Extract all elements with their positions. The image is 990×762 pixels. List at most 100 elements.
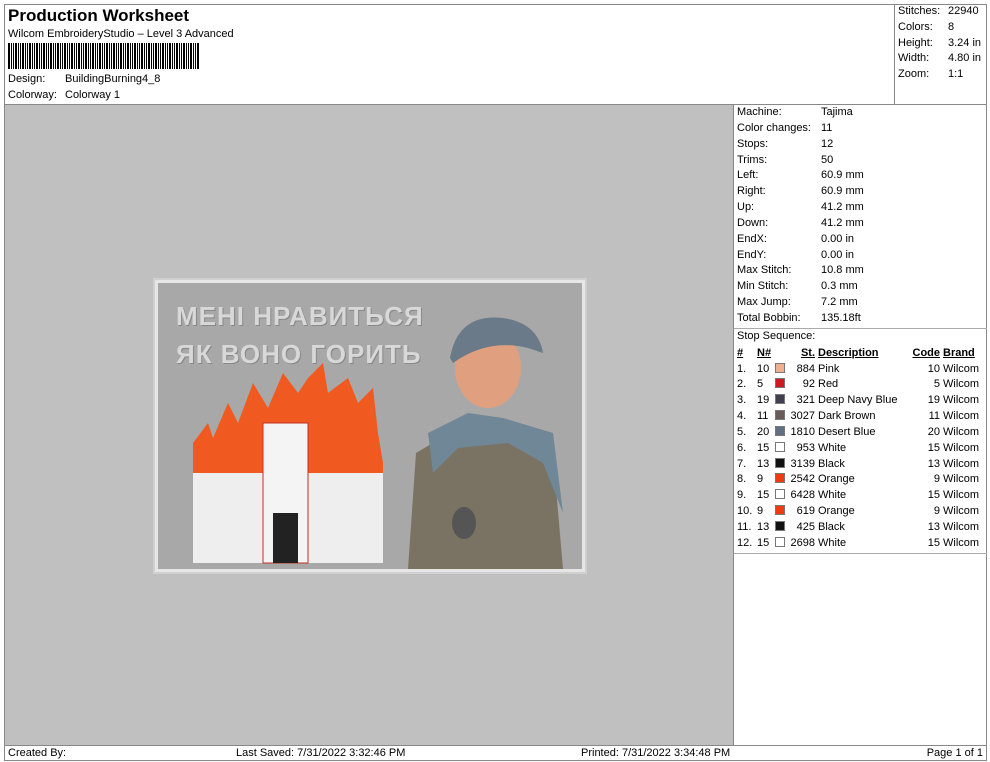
barcode-bar bbox=[71, 43, 73, 69]
color-swatch bbox=[775, 521, 785, 532]
printed-date: Printed: 7/31/2022 3:34:48 PM bbox=[581, 747, 731, 759]
barcode-bar bbox=[176, 43, 178, 69]
thread-code: 20 bbox=[927, 425, 940, 438]
thread-brand: Wilcom bbox=[943, 521, 980, 534]
stat-label: Left: bbox=[737, 169, 759, 182]
barcode-bar bbox=[197, 43, 199, 69]
colorway-name: Colorway 1 bbox=[65, 89, 121, 101]
barcode-bar bbox=[165, 43, 166, 69]
stat-label: Total Bobbin: bbox=[737, 311, 801, 324]
stop-index: 10. bbox=[737, 505, 753, 518]
barcode-bar bbox=[18, 43, 19, 69]
color-swatch bbox=[775, 505, 785, 516]
swatch-cell bbox=[775, 440, 787, 456]
barcode-bar bbox=[158, 43, 159, 69]
barcode-bar bbox=[29, 43, 31, 69]
barcode-bar bbox=[141, 43, 143, 69]
thread-code: 9 bbox=[933, 505, 940, 518]
stat-value: 135.18ft bbox=[821, 311, 861, 324]
stop-index: 5. bbox=[737, 425, 747, 438]
stat-label: Up: bbox=[737, 201, 755, 214]
stat-value: 0.00 in bbox=[821, 248, 855, 261]
last-saved: Last Saved: 7/31/2022 3:32:46 PM bbox=[236, 747, 406, 759]
barcode-bar bbox=[102, 43, 103, 69]
stop-row: 10. 9 619 Orange 9 Wilcom bbox=[737, 503, 984, 519]
thread-description: White bbox=[818, 441, 847, 454]
stitch-count: 2542 bbox=[790, 473, 815, 486]
swatch-cell bbox=[775, 519, 787, 535]
thread-description: Pink bbox=[818, 362, 840, 375]
microphone bbox=[452, 507, 476, 539]
stat-value: 60.9 mm bbox=[821, 169, 864, 182]
thread-description: Red bbox=[818, 378, 839, 391]
thread-brand: Wilcom bbox=[943, 473, 980, 486]
barcode-bar bbox=[85, 43, 87, 69]
thread-code: 10 bbox=[927, 362, 940, 375]
stop-index: 7. bbox=[737, 457, 747, 470]
thread-brand: Wilcom bbox=[943, 410, 980, 423]
stitch-count: 2698 bbox=[790, 536, 815, 549]
stat-label: EndY: bbox=[737, 248, 767, 261]
thread-brand: Wilcom bbox=[943, 536, 980, 549]
barcode-bar bbox=[22, 43, 24, 69]
stat-label: Down: bbox=[737, 216, 769, 229]
needle-number: 11 bbox=[757, 410, 769, 423]
summary-value: 4.80 in bbox=[948, 52, 982, 65]
stat-row: Machine: Tajima bbox=[737, 105, 987, 121]
color-swatch bbox=[775, 394, 785, 405]
thread-description: White bbox=[818, 536, 847, 549]
stat-value: 60.9 mm bbox=[821, 185, 864, 198]
barcode-bar bbox=[104, 43, 105, 69]
barcode-bar bbox=[151, 43, 152, 69]
summary-row: Width: 4.80 in bbox=[898, 52, 987, 68]
stat-label: Max Jump: bbox=[737, 296, 791, 309]
barcode-bar bbox=[25, 43, 26, 69]
summary-label: Zoom: bbox=[898, 68, 930, 81]
design-label: Design: bbox=[8, 73, 46, 85]
barcode-bar bbox=[116, 43, 117, 69]
needle-number: 10 bbox=[757, 362, 770, 375]
stop-row: 12. 15 2698 White 15 Wilcom bbox=[737, 535, 984, 551]
page-title: Production Worksheet bbox=[8, 6, 190, 25]
barcode-bar bbox=[95, 43, 96, 69]
stop-index: 4. bbox=[737, 410, 747, 423]
thread-brand: Wilcom bbox=[943, 378, 980, 391]
thread-code: 13 bbox=[927, 521, 940, 534]
stat-row: Total Bobbin: 135.18ft bbox=[737, 311, 987, 327]
stat-value: 10.8 mm bbox=[821, 264, 864, 277]
thread-code: 19 bbox=[927, 394, 940, 407]
stat-label: EndX: bbox=[737, 232, 767, 245]
barcode-bar bbox=[190, 43, 192, 69]
swatch-cell bbox=[775, 503, 787, 519]
stop-sequence-table: # N# St. Description Code Brand 1. 10 884 P… bbox=[737, 345, 984, 551]
stop-row: 2. 5 92 Red 5 Wilcom bbox=[737, 377, 984, 393]
barcode-bar bbox=[125, 43, 126, 69]
thread-brand: Wilcom bbox=[943, 362, 980, 375]
stop-row: 3. 19 321 Deep Navy Blue 19 Wilcom bbox=[737, 392, 984, 408]
barcode-bar bbox=[144, 43, 145, 69]
summary-label: Colors: bbox=[898, 20, 933, 33]
barcode-bar bbox=[99, 43, 101, 69]
swatch-cell bbox=[775, 392, 787, 408]
embroidery-patch: МЕНІ НРАВИТЬСЯ ЯК ВОНО ГОРИТЬ bbox=[153, 278, 587, 574]
summary-stats: Stitches: 22940 Colors: 8 Height: 3.24 in Widt… bbox=[894, 4, 987, 105]
created-by: Created By: bbox=[8, 747, 67, 759]
summary-row: Stitches: 22940 bbox=[898, 5, 987, 21]
col-needle: N# bbox=[757, 346, 772, 359]
swatch-cell bbox=[775, 361, 787, 377]
barcode-bar bbox=[20, 43, 21, 69]
stop-index: 8. bbox=[737, 473, 747, 486]
stitch-count: 3027 bbox=[790, 410, 815, 423]
summary-row: Height: 3.24 in bbox=[898, 37, 987, 53]
barcode-bar bbox=[67, 43, 68, 69]
barcode-bar bbox=[172, 43, 173, 69]
barcode-bar bbox=[62, 43, 63, 69]
color-swatch bbox=[775, 441, 785, 452]
stat-label: Stops: bbox=[737, 137, 769, 150]
barcode-bar bbox=[195, 43, 196, 69]
col-swatch bbox=[775, 345, 787, 361]
barcode-bar bbox=[139, 43, 140, 69]
color-swatch bbox=[775, 410, 785, 421]
stitch-count: 619 bbox=[796, 505, 815, 518]
thread-brand: Wilcom bbox=[943, 425, 980, 438]
